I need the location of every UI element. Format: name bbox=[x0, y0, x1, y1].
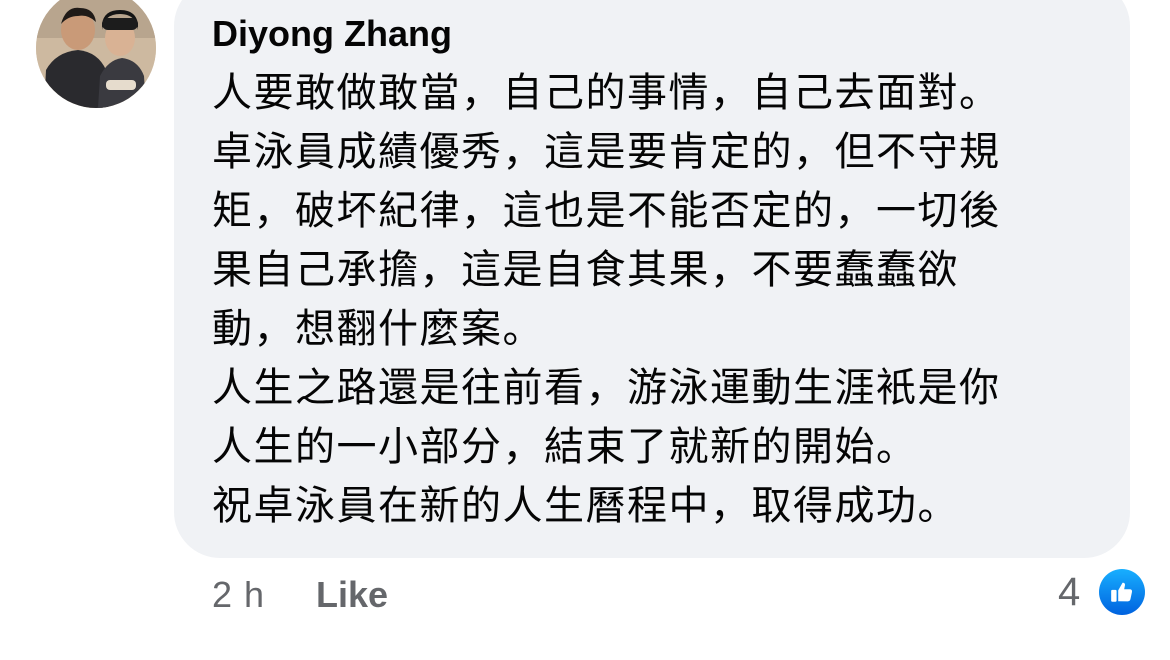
thumbs-up-icon bbox=[1111, 582, 1133, 602]
reaction-count[interactable]: 4 bbox=[1058, 568, 1080, 616]
like-button[interactable]: Like bbox=[316, 573, 388, 617]
comment-line: 人生之路還是往前看，游泳運動生涯衹是你 bbox=[212, 365, 1001, 411]
comment-author[interactable]: Diyong Zhang bbox=[212, 12, 452, 56]
comment-line: 動，想翻什麼案。 bbox=[212, 306, 544, 352]
comment-timestamp[interactable]: 2 h bbox=[212, 573, 265, 617]
comment-line: 矩，破坏紀律，這也是不能否定的，一切後 bbox=[212, 188, 1001, 234]
comment-line: 卓泳員成績優秀，這是要肯定的，但不守規 bbox=[212, 129, 1001, 175]
comment-line: 果自己承擔，這是自食其果，不要蠢蠢欲 bbox=[212, 247, 959, 293]
comment-line: 祝卓泳員在新的人生曆程中，取得成功。 bbox=[212, 483, 959, 529]
like-badge-circle bbox=[1099, 569, 1145, 615]
avatar-photo bbox=[36, 0, 156, 108]
comment-line: 人要敢做敢當，自己的事情，自己去面對。 bbox=[212, 70, 1001, 116]
comment-text: 人要敢做敢當，自己的事情，自己去面對。 卓泳員成績優秀，這是要肯定的，但不守規 … bbox=[212, 64, 1092, 536]
comment-line: 人生的一小部分，結束了就新的開始。 bbox=[212, 424, 918, 470]
avatar[interactable] bbox=[36, 0, 156, 108]
reaction-badge[interactable] bbox=[1096, 566, 1148, 618]
